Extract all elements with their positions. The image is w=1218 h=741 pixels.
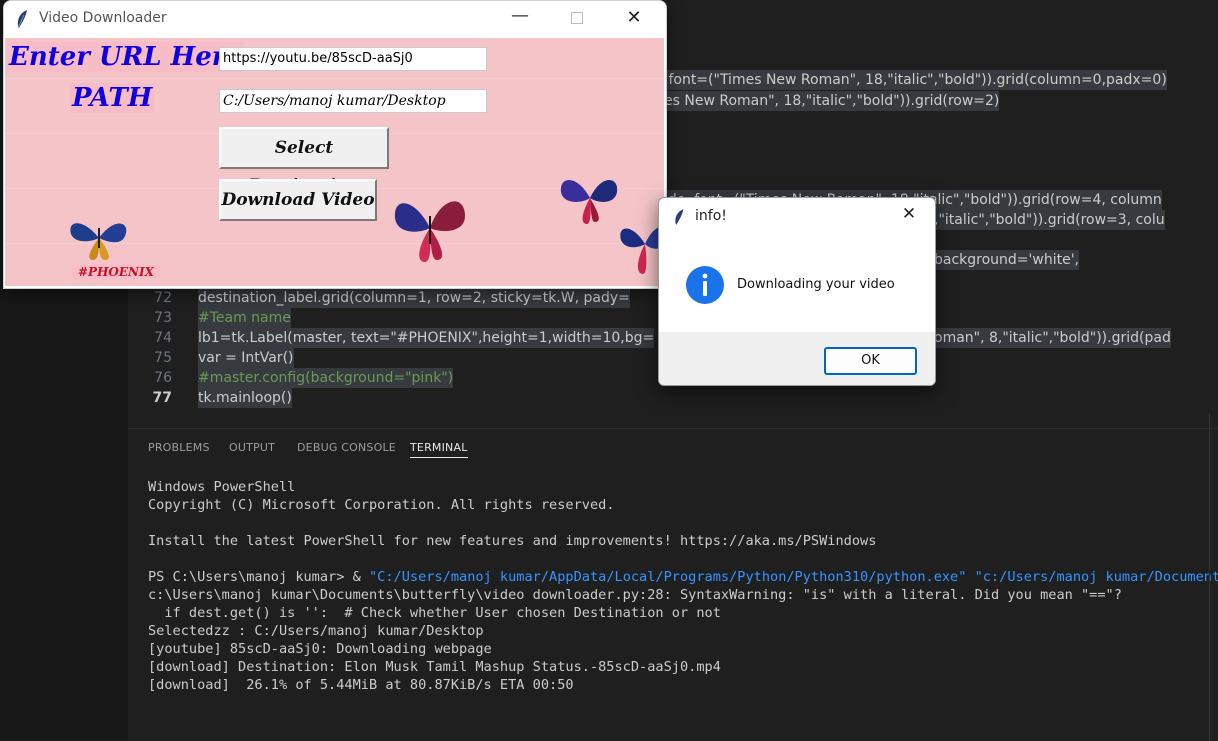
terminal-line: [youtube] 85scD-aaSj0: Downloading webpa… [148, 641, 492, 657]
terminal-line: Install the latest PowerShell for new fe… [148, 533, 877, 549]
line-number: 77 [152, 390, 172, 406]
ok-button[interactable]: OK [824, 347, 917, 375]
download-video-button[interactable]: Download Video [219, 179, 377, 221]
code-line: #Team name [198, 308, 291, 328]
bottom-panel: PROBLEMS OUTPUT DEBUG CONSOLE TERMINAL W… [128, 413, 1218, 741]
url-input[interactable]: https://youtu.be/85scD-aaSj0 [219, 47, 487, 71]
window-title: Video Downloader [39, 10, 167, 26]
title-bar[interactable]: Video Downloader — ✕ [4, 1, 666, 37]
code-line: ,"italic","bold")).grid(row=3, colu [934, 210, 1165, 230]
code-line: oman", 8,"italic","bold")).grid(pad [934, 328, 1171, 348]
tab-terminal[interactable]: TERMINAL [410, 441, 468, 458]
butterfly-decoration [70, 223, 127, 260]
team-label: #PHOENIX [72, 265, 160, 279]
minimize-button[interactable]: — [510, 5, 530, 26]
terminal-command: "C:/Users/manoj kumar/AppData/Local/Prog… [368, 569, 1218, 585]
line-number: 74 [154, 330, 172, 346]
path-field[interactable]: C:/Users/manoj kumar/Desktop [219, 89, 487, 113]
tab-output[interactable]: OUTPUT [229, 441, 275, 454]
dialog-title: info! [695, 208, 727, 224]
info-dialog: info! ✕ Downloading your video OK [658, 197, 936, 386]
terminal-line: Windows PowerShell [148, 479, 296, 495]
code-line: lb1=tk.Label(master, text="#PHOENIX",hei… [198, 328, 655, 348]
terminal-line: c:\Users\manoj kumar\Documents\butterfly… [148, 587, 1122, 603]
terminal-line: Selectedzz : C:/Users/manoj kumar/Deskto… [148, 623, 484, 639]
maximize-button[interactable] [567, 9, 587, 28]
tab-problems[interactable]: PROBLEMS [148, 441, 210, 454]
close-button[interactable]: ✕ [624, 7, 644, 28]
dialog-message: Downloading your video [737, 277, 895, 292]
window-body: Enter URL Here PATH https://youtu.be/85s… [5, 38, 665, 286]
feather-icon [675, 209, 684, 225]
info-icon [686, 266, 724, 304]
terminal-line: PS C:\Users\manoj kumar> & "C:/Users/man… [148, 568, 1218, 586]
terminal-line: if dest.get() is '': # Check whether Use… [148, 605, 721, 621]
code-line: tk.mainloop() [198, 388, 292, 408]
butterfly-decoration [394, 201, 465, 262]
line-number: 72 [154, 290, 172, 306]
code-line: destination_label.grid(column=1, row=2, … [198, 288, 630, 308]
select-destination-button[interactable]: Select Destination [219, 127, 389, 196]
line-number: 75 [154, 350, 172, 366]
code-line: background='white', [934, 250, 1079, 270]
terminal-line: [download] Destination: Elon Musk Tamil … [148, 659, 721, 675]
line-number: 76 [154, 370, 172, 386]
code-line: ,font=("Times New Roman", 18,"italic","b… [664, 70, 1167, 90]
code-line: var = IntVar() [198, 348, 294, 368]
wall-line [5, 78, 664, 79]
code-line: es New Roman", 18,"italic","bold")).grid… [664, 91, 1000, 111]
panel-scrollbar[interactable] [1209, 413, 1218, 741]
code-line: #master.config(background="pink") [198, 368, 454, 388]
terminal-line: Copyright (C) Microsoft Corporation. All… [148, 497, 615, 513]
terminal-line: [download] 26.1% of 5.44MiB at 80.87KiB/… [148, 677, 574, 693]
video-downloader-window: Video Downloader — ✕ Enter URL Here PATH… [3, 0, 667, 289]
line-number: 73 [154, 310, 172, 326]
dialog-close-button[interactable]: ✕ [896, 204, 922, 224]
url-label: Enter URL Here [7, 42, 244, 72]
path-label: PATH [70, 83, 155, 113]
feather-icon [17, 10, 27, 29]
tab-debug-console[interactable]: DEBUG CONSOLE [297, 441, 396, 454]
terminal-prompt: PS C:\Users\manoj kumar> & [148, 569, 369, 585]
